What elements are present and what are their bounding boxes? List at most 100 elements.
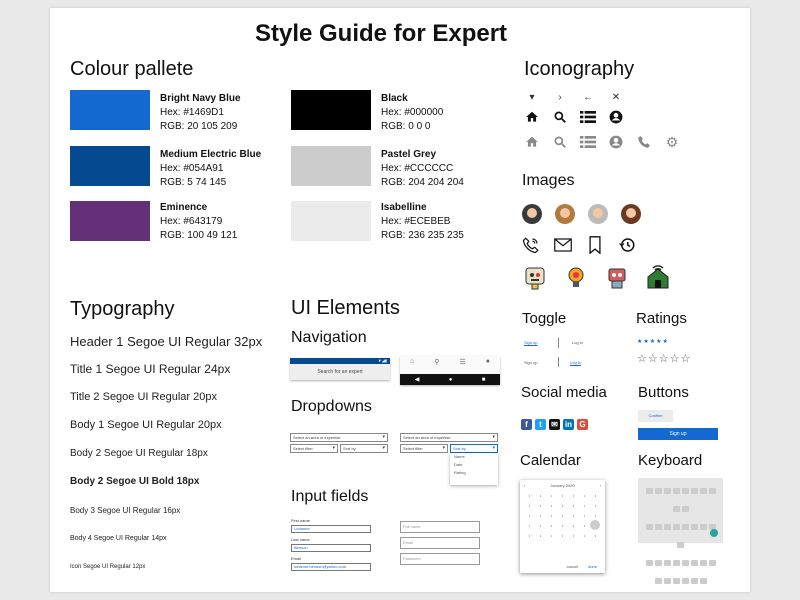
enter-key[interactable]	[710, 529, 718, 537]
calendar-day[interactable]: •	[535, 523, 546, 528]
keyboard-key[interactable]	[690, 560, 698, 566]
keyboard-key[interactable]	[690, 578, 698, 584]
phone-icon[interactable]	[635, 133, 653, 151]
keyboard-key[interactable]	[708, 488, 716, 494]
keyboard-key[interactable]	[645, 524, 653, 530]
keyboard-key[interactable]	[654, 524, 662, 530]
calendar-day[interactable]: •	[557, 493, 568, 498]
keyboard-key[interactable]	[699, 524, 707, 530]
account-icon[interactable]: ●	[486, 358, 490, 366]
keyboard-key[interactable]	[681, 506, 689, 512]
chevron-right-icon[interactable]: ›	[551, 88, 569, 106]
keyboard-key[interactable]	[708, 560, 716, 566]
calendar-cancel-button[interactable]: cancel	[567, 564, 579, 569]
calendar-day[interactable]: •	[524, 533, 535, 538]
toggle-signup[interactable]: Sign up	[524, 360, 538, 365]
selected-day[interactable]	[590, 520, 600, 530]
calendar-day[interactable]: •	[568, 513, 579, 518]
calendar-day[interactable]: •	[579, 503, 590, 508]
keyboard-key[interactable]	[681, 578, 689, 584]
linkedin-icon[interactable]: in	[563, 419, 574, 430]
keyboard-key[interactable]	[690, 488, 698, 494]
calendar-day[interactable]: •	[579, 533, 590, 538]
keyboard-key[interactable]	[672, 524, 680, 530]
keyboard-key[interactable]	[663, 524, 671, 530]
email-input[interactable]: Email	[400, 537, 480, 549]
sort-option[interactable]: Name	[454, 453, 498, 461]
keyboard-key[interactable]	[681, 560, 689, 566]
phone-call-icon[interactable]	[522, 236, 540, 254]
google-plus-icon[interactable]: G	[577, 419, 588, 430]
keyboard-key[interactable]	[663, 488, 671, 494]
calendar-day[interactable]: •	[524, 513, 535, 518]
toggle-login[interactable]: Log in	[572, 340, 583, 345]
full-name-input[interactable]: Full name	[400, 521, 480, 533]
calendar-day[interactable]: •	[535, 503, 546, 508]
calendar-day[interactable]: •	[546, 503, 557, 508]
account-icon[interactable]	[607, 108, 625, 126]
calendar-day[interactable]: •	[557, 523, 568, 528]
toggle-login-active[interactable]: Log in	[570, 360, 581, 365]
calendar-day[interactable]: •	[568, 493, 579, 498]
confirm-button[interactable]: Confirm	[638, 410, 673, 422]
keyboard-key[interactable]	[645, 488, 653, 494]
keyboard-key[interactable]	[645, 560, 653, 566]
toggle-signup-active[interactable]: Sign up	[524, 340, 538, 345]
keyboard-key[interactable]	[654, 488, 662, 494]
calendar-day[interactable]: •	[579, 493, 590, 498]
email-field[interactable]: lorianne.benson@yahoo.com	[291, 563, 371, 571]
home-circle-icon[interactable]: ●	[449, 377, 453, 383]
area-dropdown-open[interactable]: Select an area of expertise	[400, 433, 498, 442]
calendar-day[interactable]: •	[524, 493, 535, 498]
list-icon[interactable]	[579, 108, 597, 126]
calendar-done-button[interactable]: done	[588, 564, 597, 569]
rating-empty[interactable]: ☆☆☆☆☆	[637, 352, 691, 365]
nav-search-placeholder[interactable]: Search for an expert	[290, 369, 390, 375]
close-icon[interactable]: ✕	[607, 88, 625, 106]
area-dropdown[interactable]: Select an area of expertise	[290, 433, 388, 442]
search-icon[interactable]: ⚲	[434, 358, 439, 366]
next-month-icon[interactable]: ›	[600, 483, 601, 488]
sort-option[interactable]: Rating	[454, 469, 498, 477]
calendar-day[interactable]: •	[557, 503, 568, 508]
mail-icon[interactable]: ✉	[549, 419, 560, 430]
sort-dropdown[interactable]: Sort by	[340, 444, 388, 453]
calendar-day[interactable]: •	[524, 503, 535, 508]
last-name-field[interactable]: Benson	[291, 544, 371, 552]
home-icon[interactable]	[523, 108, 541, 126]
keyboard-key[interactable]	[672, 560, 680, 566]
calendar-day[interactable]: •	[590, 513, 601, 518]
calendar-day[interactable]: •	[568, 533, 579, 538]
calendar-day[interactable]: •	[546, 513, 557, 518]
calendar-day[interactable]: •	[557, 513, 568, 518]
facebook-icon[interactable]: f	[521, 419, 532, 430]
first-name-field[interactable]: Lorianne	[291, 525, 371, 533]
keyboard-key[interactable]	[654, 578, 662, 584]
keyboard-key[interactable]	[699, 560, 707, 566]
caret-down-icon[interactable]: ▾	[523, 88, 541, 106]
sort-dropdown-open[interactable]: Sort by	[450, 444, 498, 453]
signup-button[interactable]: Sign up	[638, 428, 718, 440]
keyboard-key[interactable]	[654, 560, 662, 566]
list-icon[interactable]: ☰	[459, 358, 465, 366]
history-icon[interactable]	[618, 236, 636, 254]
calendar-day[interactable]: •	[535, 533, 546, 538]
calendar-day[interactable]: •	[568, 503, 579, 508]
twitter-icon[interactable]: t	[535, 419, 546, 430]
keyboard-key[interactable]	[672, 506, 680, 512]
keyboard-key[interactable]	[699, 578, 707, 584]
arrow-left-icon[interactable]: ←	[579, 88, 597, 106]
keyboard-key[interactable]	[681, 488, 689, 494]
calendar-day[interactable]: •	[590, 533, 601, 538]
recents-icon[interactable]: ■	[482, 377, 486, 383]
search-icon[interactable]	[551, 108, 569, 126]
keyboard-key[interactable]	[672, 488, 680, 494]
search-icon[interactable]	[551, 133, 569, 151]
keyboard-key[interactable]	[677, 542, 684, 548]
account-icon[interactable]	[607, 133, 625, 151]
home-icon[interactable]	[523, 133, 541, 151]
mail-icon[interactable]	[554, 236, 572, 254]
filter-dropdown[interactable]: Select filter	[290, 444, 338, 453]
calendar-day[interactable]: •	[590, 493, 601, 498]
calendar-day[interactable]: •	[546, 493, 557, 498]
